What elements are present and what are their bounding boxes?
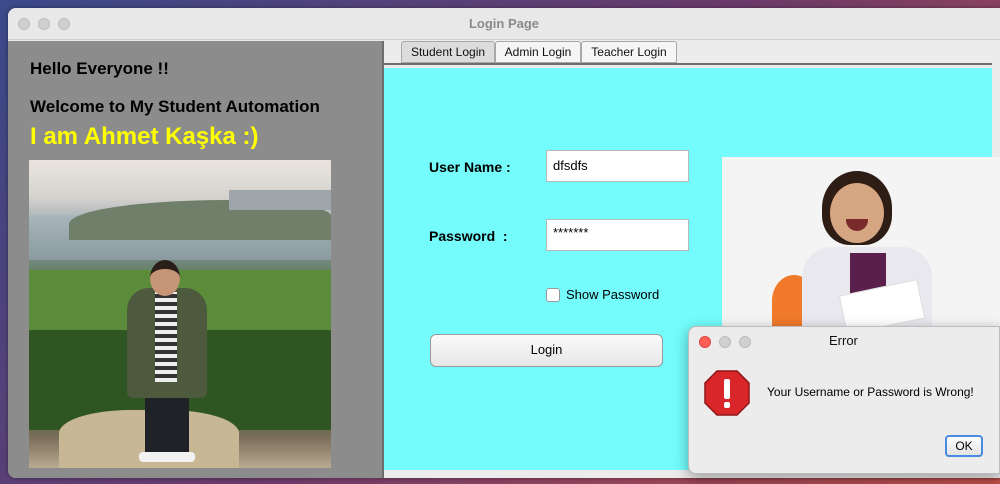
student-face: [830, 183, 884, 243]
welcome-panel: Hello Everyone !! Welcome to My Student …: [8, 41, 384, 478]
dialog-title: Error: [829, 333, 858, 348]
tab-student-login[interactable]: Student Login: [401, 41, 495, 63]
greeting-text: Hello Everyone !!: [30, 59, 169, 78]
password-label: Password :: [429, 228, 508, 244]
ok-button[interactable]: OK: [945, 435, 983, 457]
dialog-close-button[interactable]: [699, 336, 711, 348]
dialog-minimize-button[interactable]: [719, 336, 731, 348]
welcome-text: Welcome to My Student Automation: [30, 97, 320, 116]
login-button[interactable]: Login: [430, 334, 663, 367]
person-head: [150, 260, 180, 296]
show-password-label[interactable]: Show Password: [566, 287, 659, 302]
person-legs: [145, 392, 189, 456]
author-name-text: I am Ahmet Kaşka :): [30, 123, 259, 150]
window-title: Login Page: [468, 16, 540, 31]
student-photo: [722, 157, 1000, 327]
person-shoes: [139, 452, 195, 462]
dialog-zoom-button[interactable]: [739, 336, 751, 348]
stop-icon: [704, 370, 750, 416]
author-photo: [29, 160, 331, 468]
tab-teacher-login[interactable]: Teacher Login: [581, 41, 677, 63]
photo-city: [229, 190, 331, 210]
title-bar[interactable]: Login Page: [8, 8, 1000, 40]
username-label: User Name :: [429, 159, 511, 175]
tab-divider: [384, 63, 992, 65]
person-shirt: [155, 292, 177, 382]
password-input[interactable]: *******: [546, 219, 689, 251]
dialog-message: Your Username or Password is Wrong!: [767, 385, 974, 399]
show-password-checkbox[interactable]: [546, 288, 560, 302]
tab-admin-login[interactable]: Admin Login: [495, 41, 581, 63]
username-input[interactable]: dfsdfs: [546, 150, 689, 182]
error-dialog: Error Your Username or Password is Wrong…: [688, 326, 1000, 474]
